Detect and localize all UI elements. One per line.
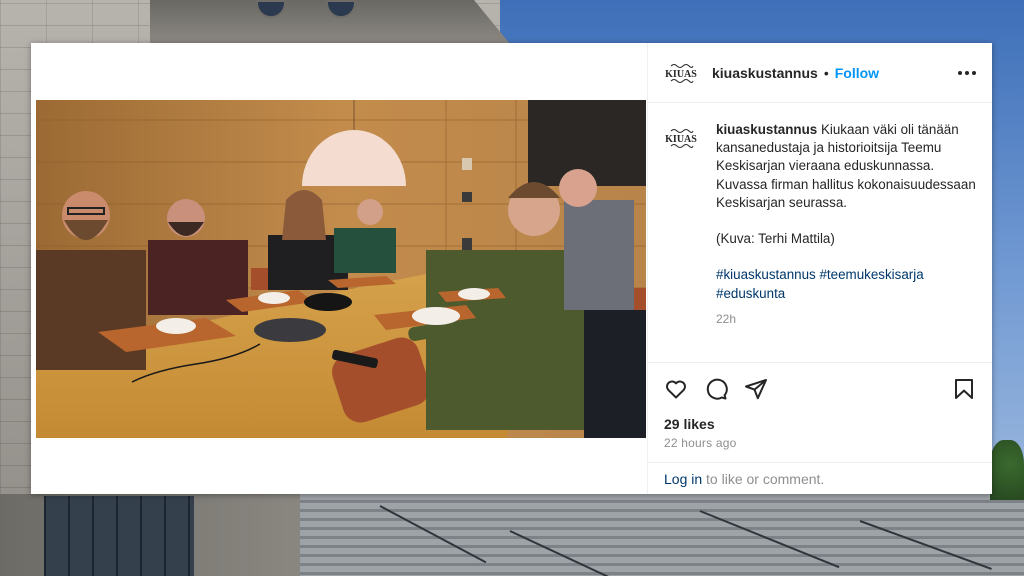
caption-area: KIUAS kiuaskustannus Kiukaan väki oli tä… — [648, 103, 992, 362]
instagram-post: KIUAS kiuaskustannus • Follow KIUAS kiua… — [31, 43, 992, 494]
kiuas-logo-icon: KIUAS — [665, 63, 697, 83]
follow-button[interactable]: Follow — [835, 65, 879, 81]
caption-time[interactable]: 22h — [716, 312, 976, 326]
post-photo[interactable] — [36, 100, 646, 438]
profile-avatar[interactable]: KIUAS — [664, 55, 698, 90]
photo-meeting-room — [36, 100, 646, 438]
likes-count[interactable]: 29 likes — [648, 416, 992, 432]
share-icon[interactable] — [744, 377, 768, 401]
comment-bar: Log in to like or comment. — [648, 462, 992, 494]
caption-content: Kiukaan väki oli tänään kansanedustaja j… — [716, 122, 976, 247]
kiuas-logo-icon: KIUAS — [665, 129, 697, 148]
more-options-icon[interactable] — [958, 65, 976, 81]
caption-avatar[interactable]: KIUAS — [664, 121, 698, 155]
post-media — [31, 43, 647, 494]
hashtag-link[interactable]: #eduskunta — [716, 286, 785, 301]
login-link[interactable]: Log in — [664, 471, 702, 487]
building-door — [44, 496, 194, 576]
tree — [990, 440, 1024, 500]
bookmark-icon[interactable] — [952, 377, 976, 401]
comment-icon[interactable] — [704, 377, 728, 401]
post-header: KIUAS kiuaskustannus • Follow — [648, 43, 992, 103]
action-bar — [648, 362, 992, 414]
separator-dot: • — [823, 64, 829, 81]
hashtag-link[interactable]: #teemukeskisarja — [819, 267, 923, 282]
hashtag-link[interactable]: #kiuaskustannus — [716, 267, 816, 282]
hashtag-list: #kiuaskustannus #teemukeskisarja #edusku… — [716, 266, 976, 302]
caption-username[interactable]: kiuaskustannus — [716, 122, 817, 137]
svg-text:KIUAS: KIUAS — [665, 134, 697, 145]
caption-body: kiuaskustannus Kiukaan väki oli tänään k… — [716, 121, 976, 362]
comment-prompt: to like or comment. — [702, 470, 825, 487]
post-sidebar: KIUAS kiuaskustannus • Follow KIUAS kiua… — [647, 43, 992, 494]
heart-icon[interactable] — [664, 377, 688, 401]
caption-text: kiuaskustannus Kiukaan väki oli tänään k… — [716, 121, 976, 248]
post-timestamp[interactable]: 22 hours ago — [648, 432, 992, 450]
header-username[interactable]: kiuaskustannus — [712, 65, 818, 81]
svg-text:KIUAS: KIUAS — [665, 69, 697, 80]
